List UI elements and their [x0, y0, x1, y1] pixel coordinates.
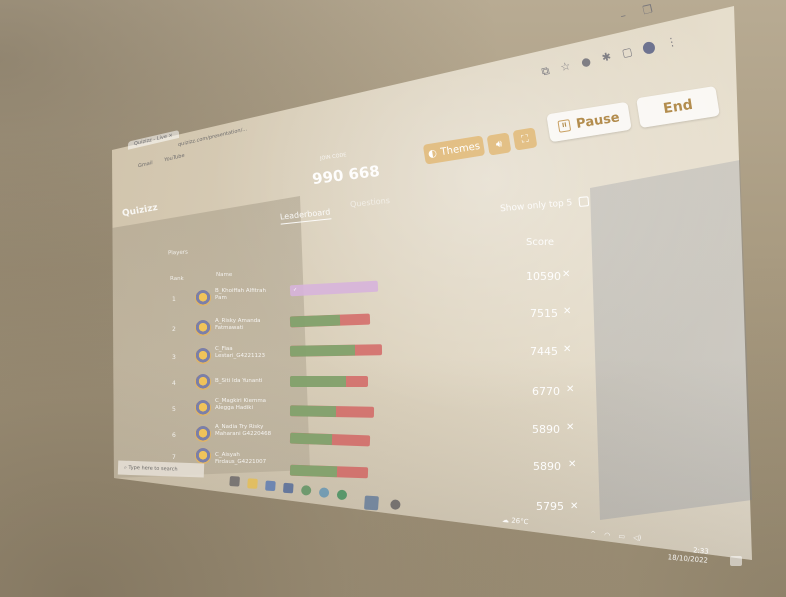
pause-icon: II: [557, 119, 572, 133]
puzzle-icon[interactable]: ✱: [600, 50, 612, 65]
minimize-icon[interactable]: –: [619, 9, 627, 23]
avatar: [195, 400, 211, 416]
accuracy-fill: [289, 314, 340, 328]
fullscreen-icon: ⛶: [520, 133, 530, 145]
wifi-icon[interactable]: ◠: [604, 531, 611, 540]
sound-button[interactable]: 🔊︎: [486, 132, 512, 156]
task-view-icon[interactable]: [229, 476, 240, 487]
volume-icon[interactable]: ◁): [633, 534, 642, 543]
avatar: [195, 290, 211, 306]
extension-icon[interactable]: ●: [580, 54, 592, 69]
row-rank: 3: [172, 354, 176, 361]
player-score: 10590: [526, 270, 561, 283]
avatar: [195, 426, 211, 442]
row-rank: 7: [172, 454, 176, 461]
file-explorer-icon[interactable]: [247, 478, 258, 489]
url-text: quizizz.com/presentation/...: [178, 126, 248, 149]
weather-temp: 26°C: [510, 516, 529, 527]
address-bar[interactable]: quizizz.com/presentation/...: [178, 126, 247, 148]
rank-header: Rank: [170, 276, 184, 282]
tick-icon: ✓: [292, 286, 298, 294]
close-tab-icon[interactable]: ×: [169, 132, 173, 139]
row-rank: 4: [172, 380, 176, 387]
clock[interactable]: 2:33 18/10/2022: [667, 544, 709, 565]
player-name: B_Khoiffah Alfitrah Pam: [215, 288, 266, 301]
end-label: End: [662, 96, 694, 118]
remove-player-icon[interactable]: ✕: [570, 501, 578, 512]
accuracy-bar: [290, 376, 368, 387]
player-name: C_Aisyah Firdaus_G4221007: [215, 452, 267, 465]
remove-player-icon[interactable]: ✕: [566, 384, 574, 395]
battery-icon[interactable]: ▭: [618, 532, 625, 541]
avatar: [195, 374, 211, 390]
row-rank: 6: [172, 432, 176, 439]
player-name: C_Fiaa Lestari_G4221123: [215, 346, 266, 359]
player-score: 7445: [530, 345, 558, 358]
pause-label: Pause: [575, 109, 621, 132]
accuracy-fill: [289, 344, 356, 357]
store-icon[interactable]: [265, 480, 276, 492]
browser-tab[interactable]: Quizizz - Live ×: [128, 129, 179, 150]
checkbox-icon[interactable]: [578, 196, 590, 207]
name-header: Name: [216, 272, 233, 278]
restore-icon[interactable]: ❐: [641, 2, 654, 17]
players-count: Players: [168, 249, 188, 256]
notification-icon[interactable]: [730, 556, 742, 566]
window-icon[interactable]: ▢: [621, 45, 634, 60]
chevron-up-icon[interactable]: ^: [590, 530, 597, 538]
profile-avatar[interactable]: [642, 40, 657, 55]
bookmark-star-icon[interactable]: ☆: [559, 59, 572, 74]
row-rank: 5: [172, 406, 176, 413]
remove-player-icon[interactable]: ✕: [563, 306, 571, 317]
player-name: A_Risky Amanda Fatmawati: [215, 318, 261, 331]
accuracy-bar: [289, 405, 375, 418]
taskbar-search[interactable]: ⌕ Type here to search: [117, 460, 205, 478]
remove-player-icon[interactable]: ✕: [568, 459, 576, 470]
tab-title: Quizizz - Live: [134, 133, 167, 148]
remove-player-icon[interactable]: ✕: [563, 344, 571, 355]
share-icon[interactable]: ⧉: [540, 64, 551, 78]
player-name: A_Nadia Try Risky Maharani G4220468: [215, 424, 272, 437]
accuracy-bar: [289, 344, 383, 357]
speaker-icon: 🔊︎: [495, 138, 503, 150]
palette-icon: ◐: [427, 147, 438, 160]
players-label: Players: [167, 249, 189, 257]
bookmark-gmail[interactable]: Gmail: [138, 160, 153, 169]
row-rank: 2: [172, 326, 176, 333]
themes-label: Themes: [439, 140, 481, 158]
score-header: Score: [526, 237, 555, 248]
remove-player-icon[interactable]: ✕: [562, 269, 570, 280]
player-score: 5890: [533, 460, 561, 473]
avatar: [195, 448, 211, 464]
player-score: 6770: [532, 385, 560, 398]
remove-player-icon[interactable]: ✕: [566, 422, 574, 433]
fullscreen-button[interactable]: ⛶: [512, 127, 538, 151]
mail-icon[interactable]: [282, 482, 294, 494]
accuracy-fill: [289, 432, 332, 446]
accuracy-fill: [289, 464, 337, 478]
player-score: 5890: [532, 423, 560, 436]
avatar: [195, 348, 211, 364]
player-score: 7515: [530, 307, 558, 320]
accuracy-fill: [289, 405, 337, 418]
player-name: B_Siti Ida Yunanti: [215, 378, 263, 384]
search-placeholder: Type here to search: [128, 464, 178, 473]
player-score: 5795: [536, 500, 564, 513]
avatar: [195, 320, 211, 336]
bookmark-youtube[interactable]: YouTube: [164, 153, 184, 164]
row-rank: 1: [172, 296, 176, 303]
active-window-icon[interactable]: [363, 495, 379, 511]
accuracy-fill: [290, 376, 347, 387]
player-name: C_Magkiri Kiemma Alegga Hadiki: [215, 398, 267, 411]
